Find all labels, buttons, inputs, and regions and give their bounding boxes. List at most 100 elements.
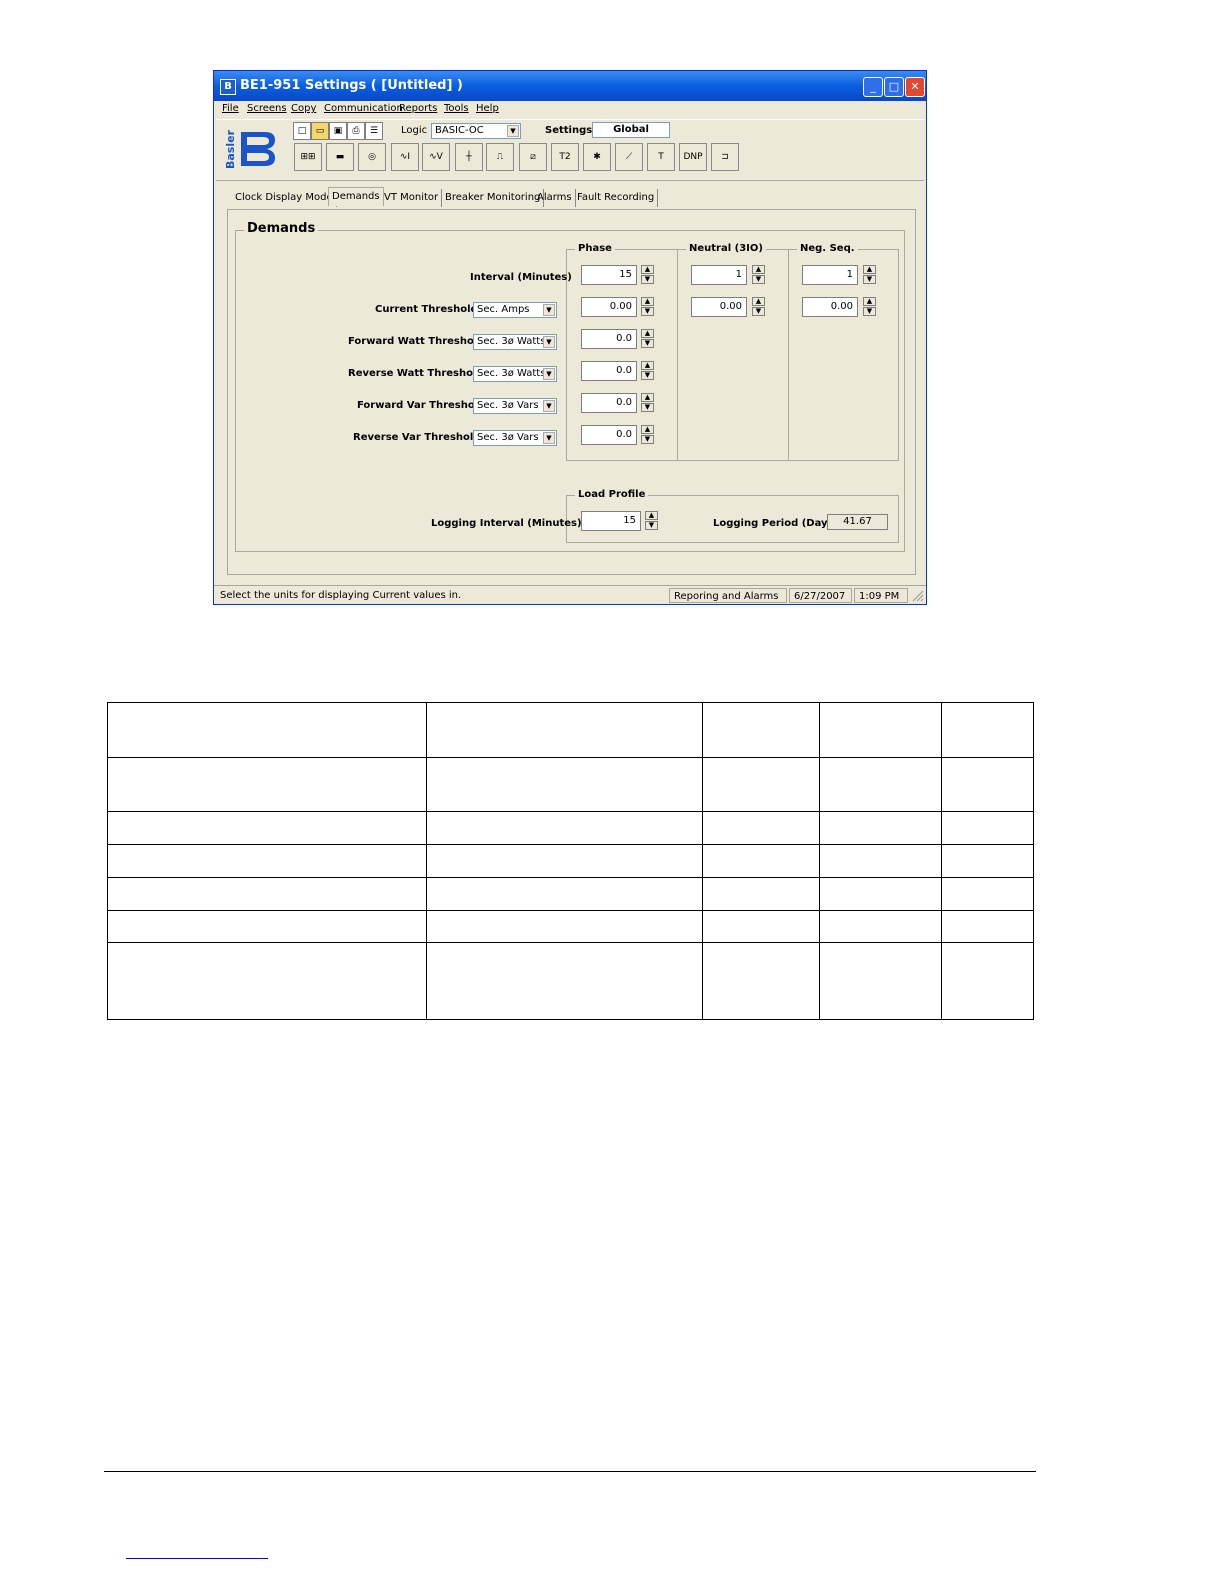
- menu-help[interactable]: Help: [476, 103, 499, 114]
- logic-select[interactable]: BASIC-OC ▼: [431, 123, 521, 139]
- voltage-wave-icon[interactable]: ∿V: [422, 143, 450, 171]
- maximize-button[interactable]: □: [884, 77, 904, 97]
- logic-label: Logic: [401, 125, 428, 136]
- menu-file[interactable]: File: [222, 103, 239, 114]
- spin-down-icon[interactable]: ▼: [641, 435, 654, 444]
- spin-up-icon[interactable]: ▲: [863, 265, 876, 274]
- chevron-down-icon: ▼: [507, 125, 519, 137]
- tab-demands[interactable]: Demands: [328, 187, 384, 206]
- forward-watt-units-select[interactable]: Sec. 3ø Watts ▼: [473, 334, 557, 350]
- phase-current-spinner[interactable]: ▲ ▼: [641, 297, 654, 317]
- table-cell: [941, 811, 1034, 845]
- phase-forward-var-spinner[interactable]: ▲ ▼: [641, 393, 654, 413]
- spin-up-icon[interactable]: ▲: [641, 329, 654, 338]
- spin-up-icon[interactable]: ▲: [641, 297, 654, 306]
- negseq-interval-spinner[interactable]: ▲ ▼: [863, 265, 876, 285]
- bug-icon[interactable]: ✱: [583, 143, 611, 171]
- neutral-current-input[interactable]: 0.00: [691, 297, 747, 317]
- menu-communication[interactable]: Communication: [324, 103, 403, 114]
- spin-down-icon[interactable]: ▼: [645, 521, 658, 530]
- negseq-interval-input[interactable]: 1: [802, 265, 858, 285]
- phase-interval-input[interactable]: 15: [581, 265, 637, 285]
- logging-interval-spinner[interactable]: ▲ ▼: [645, 511, 658, 531]
- menu-reports[interactable]: Reports: [399, 103, 437, 114]
- timer-icon[interactable]: T2: [551, 143, 579, 171]
- negseq-current-input[interactable]: 0.00: [802, 297, 858, 317]
- spin-down-icon[interactable]: ▼: [752, 307, 765, 316]
- spin-up-icon[interactable]: ▲: [752, 265, 765, 274]
- tab-alarms[interactable]: Alarms: [534, 189, 576, 207]
- minimize-button[interactable]: _: [863, 77, 883, 97]
- print-icon[interactable]: ⎙: [347, 122, 365, 140]
- spin-down-icon[interactable]: ▼: [641, 371, 654, 380]
- neutral-current-spinner[interactable]: ▲ ▼: [752, 297, 765, 317]
- phase-current-input[interactable]: 0.00: [581, 297, 637, 317]
- phase-reverse-var-input[interactable]: 0.0: [581, 425, 637, 445]
- reverse-var-units-select[interactable]: Sec. 3ø Vars ▼: [473, 430, 557, 446]
- table-cell: [426, 942, 703, 1020]
- spin-down-icon[interactable]: ▼: [752, 275, 765, 284]
- title-bar[interactable]: B BE1-951 Settings ( [Untitled] ) _ □ ✕: [214, 71, 926, 101]
- resize-grip-icon[interactable]: [912, 590, 924, 602]
- phase-forward-watt-input[interactable]: 0.0: [581, 329, 637, 349]
- spin-up-icon[interactable]: ▲: [752, 297, 765, 306]
- tab-breaker-monitoring[interactable]: Breaker Monitoring: [442, 189, 545, 207]
- menu-bar: File Screens Copy Communication Reports …: [214, 101, 926, 119]
- tc-icon[interactable]: T: [647, 143, 675, 171]
- negseq-heading: Neg. Seq.: [797, 243, 858, 254]
- spin-down-icon[interactable]: ▼: [641, 339, 654, 348]
- menu-screens[interactable]: Screens: [247, 103, 287, 114]
- spin-down-icon[interactable]: ▼: [863, 307, 876, 316]
- spin-up-icon[interactable]: ▲: [641, 393, 654, 402]
- dnp-button[interactable]: DNP: [679, 143, 707, 171]
- tab-clock-display-mode[interactable]: Clock Display Mode: [232, 189, 337, 207]
- matrix-icon[interactable]: ⊞⊞: [294, 143, 322, 171]
- spin-down-icon[interactable]: ▼: [863, 275, 876, 284]
- phase-forward-var-input[interactable]: 0.0: [581, 393, 637, 413]
- properties-icon[interactable]: ☰: [365, 122, 383, 140]
- breaker-icon[interactable]: ⧄: [519, 143, 547, 171]
- neutral-interval-input[interactable]: 1: [691, 265, 747, 285]
- spin-up-icon[interactable]: ▲: [863, 297, 876, 306]
- spin-up-icon[interactable]: ▲: [645, 511, 658, 520]
- table-row: [107, 811, 1034, 845]
- spin-up-icon[interactable]: ▲: [641, 361, 654, 370]
- app-icon: B: [220, 79, 236, 95]
- dial-icon[interactable]: ◎: [358, 143, 386, 171]
- relay-module-icon[interactable]: ▬: [326, 143, 354, 171]
- spin-up-icon[interactable]: ▲: [641, 425, 654, 434]
- plug-icon[interactable]: ⊐: [711, 143, 739, 171]
- phasor-icon[interactable]: ┼: [455, 143, 483, 171]
- close-button[interactable]: ✕: [905, 77, 925, 97]
- phase-reverse-var-spinner[interactable]: ▲ ▼: [641, 425, 654, 445]
- forward-watt-units-value: Sec. 3ø Watts: [477, 336, 546, 347]
- logging-interval-input[interactable]: 15: [581, 511, 641, 531]
- menu-tools[interactable]: Tools: [444, 103, 469, 114]
- pulse-icon[interactable]: ⎍: [486, 143, 514, 171]
- phase-reverse-watt-input[interactable]: 0.0: [581, 361, 637, 381]
- open-folder-icon[interactable]: ▭: [311, 122, 329, 140]
- reverse-watt-units-select[interactable]: Sec. 3ø Watts ▼: [473, 366, 557, 382]
- phase-reverse-watt-spinner[interactable]: ▲ ▼: [641, 361, 654, 381]
- phase-interval-spinner[interactable]: ▲ ▼: [641, 265, 654, 285]
- switch-icon[interactable]: ⟋: [615, 143, 643, 171]
- negseq-current-spinner[interactable]: ▲ ▼: [863, 297, 876, 317]
- spin-up-icon[interactable]: ▲: [641, 265, 654, 274]
- current-units-select[interactable]: Sec. Amps ▼: [473, 302, 557, 318]
- logo-b-icon: [241, 132, 275, 166]
- forward-var-units-select[interactable]: Sec. 3ø Vars ▼: [473, 398, 557, 414]
- neutral-interval-spinner[interactable]: ▲ ▼: [752, 265, 765, 285]
- new-file-icon[interactable]: □: [293, 122, 311, 140]
- footer-link-underline[interactable]: [126, 1558, 268, 1559]
- save-icon[interactable]: ▣: [329, 122, 347, 140]
- tab-vt-monitor[interactable]: VT Monitor: [381, 189, 443, 207]
- settings-group-field[interactable]: Global: [592, 122, 670, 138]
- phase-forward-watt-spinner[interactable]: ▲ ▼: [641, 329, 654, 349]
- tab-fault-recording[interactable]: Fault Recording: [574, 189, 659, 207]
- menu-copy[interactable]: Copy: [291, 103, 316, 114]
- spin-down-icon[interactable]: ▼: [641, 403, 654, 412]
- status-date: 6/27/2007: [789, 588, 852, 603]
- spin-down-icon[interactable]: ▼: [641, 307, 654, 316]
- current-wave-icon[interactable]: ∿I: [391, 143, 419, 171]
- spin-down-icon[interactable]: ▼: [641, 275, 654, 284]
